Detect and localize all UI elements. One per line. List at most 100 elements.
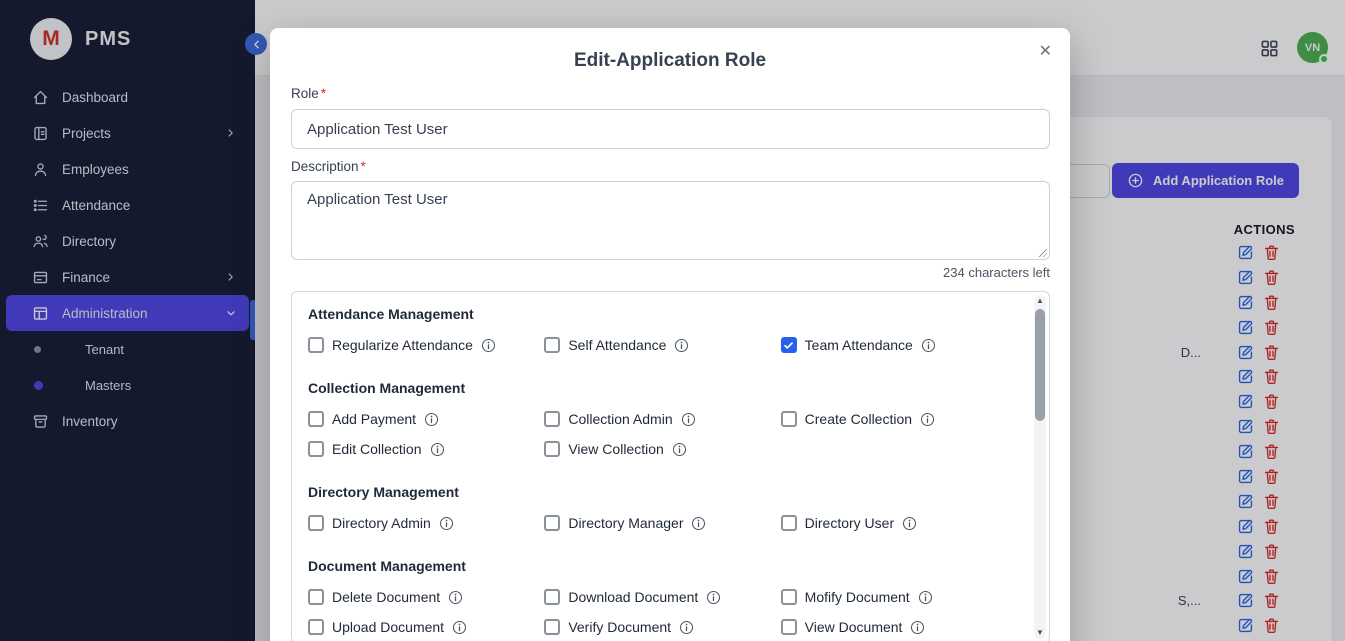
permission-checkbox-item[interactable]: Verify Document: [544, 616, 780, 638]
permission-group-title: Directory Management: [308, 484, 1017, 500]
permission-label: Upload Document: [332, 619, 444, 635]
info-icon[interactable]: [448, 590, 463, 605]
modal-title: Edit-Application Role: [270, 50, 1070, 72]
permission-label: Team Attendance: [805, 337, 913, 353]
checkbox-checked-icon[interactable]: [781, 337, 797, 353]
info-icon[interactable]: [691, 516, 706, 531]
edit-application-role-modal: ✕ Edit-Application Role Role* Descriptio…: [270, 28, 1070, 641]
permission-checkbox-item[interactable]: Regularize Attendance: [308, 334, 544, 356]
permission-label: Directory Admin: [332, 515, 431, 531]
info-icon[interactable]: [706, 590, 721, 605]
checkbox-unchecked-icon[interactable]: [308, 515, 324, 531]
permission-label: Create Collection: [805, 411, 912, 427]
required-asterisk: *: [361, 159, 366, 174]
checkbox-unchecked-icon[interactable]: [544, 619, 560, 635]
permission-label: Mofify Document: [805, 589, 910, 605]
scroll-up-arrow-icon[interactable]: ▲: [1034, 295, 1046, 307]
checkbox-unchecked-icon[interactable]: [308, 441, 324, 457]
info-icon[interactable]: [920, 412, 935, 427]
permission-group: Directory ManagementDirectory AdminDirec…: [308, 484, 1017, 534]
checkbox-unchecked-icon[interactable]: [781, 589, 797, 605]
permission-checkbox-item[interactable]: Upload Document: [308, 616, 544, 638]
permission-checkbox-item[interactable]: Team Attendance: [781, 334, 1017, 356]
permission-group: Document Management Delete Document Downlo…: [308, 558, 1017, 638]
info-icon[interactable]: [481, 338, 496, 353]
scroll-down-arrow-icon[interactable]: ▼: [1034, 627, 1046, 639]
field-label-text: Role: [291, 86, 319, 101]
characters-left-counter: 234 characters left: [291, 265, 1050, 281]
permission-group-title: Attendance Management: [308, 306, 1017, 322]
permission-label: Regularize Attendance: [332, 337, 473, 353]
description-label: Description*: [291, 159, 1050, 174]
info-icon[interactable]: [902, 516, 917, 531]
permission-grid: Delete Document Download Document Mofify D…: [308, 586, 1017, 638]
permission-groups-container: Attendance Management Regularize Attendan…: [308, 306, 1017, 638]
permission-checkbox-item[interactable]: Directory Admin: [308, 512, 544, 534]
description-textarea[interactable]: Application Test User: [291, 181, 1050, 260]
permission-label: Directory User: [805, 515, 894, 531]
checkbox-unchecked-icon[interactable]: [544, 515, 560, 531]
permission-group-title: Collection Management: [308, 380, 1017, 396]
checkbox-unchecked-icon[interactable]: [544, 337, 560, 353]
checkbox-unchecked-icon[interactable]: [308, 589, 324, 605]
permission-label: View Collection: [568, 441, 663, 457]
permission-group-title: Document Management: [308, 558, 1017, 574]
permission-checkbox-item[interactable]: Edit Collection: [308, 438, 544, 460]
permission-grid: Regularize Attendance Self Attendance Team…: [308, 334, 1017, 356]
modal-body: Role* Description* Application Test User…: [270, 72, 1070, 641]
info-icon[interactable]: [679, 620, 694, 635]
permission-checkbox-item[interactable]: Delete Document: [308, 586, 544, 608]
permission-label: Directory Manager: [568, 515, 683, 531]
checkbox-unchecked-icon[interactable]: [781, 515, 797, 531]
info-icon[interactable]: [672, 442, 687, 457]
permission-grid: Directory Admin Directory Manager Director…: [308, 512, 1017, 534]
permission-checkbox-item[interactable]: Download Document: [544, 586, 780, 608]
permission-checkbox-item[interactable]: View Document: [781, 616, 1017, 638]
scrollbar-thumb[interactable]: [1035, 309, 1045, 421]
permissions-panel: Attendance Management Regularize Attendan…: [291, 291, 1050, 641]
required-asterisk: *: [321, 86, 326, 101]
permission-label: Delete Document: [332, 589, 440, 605]
info-icon[interactable]: [681, 412, 696, 427]
checkbox-unchecked-icon[interactable]: [781, 411, 797, 427]
info-icon[interactable]: [430, 442, 445, 457]
info-icon[interactable]: [921, 338, 936, 353]
permission-group: Attendance Management Regularize Attendan…: [308, 306, 1017, 356]
checkbox-unchecked-icon[interactable]: [308, 411, 324, 427]
permission-label: Verify Document: [568, 619, 671, 635]
info-icon[interactable]: [910, 620, 925, 635]
field-label-text: Description: [291, 159, 359, 174]
close-icon[interactable]: ✕: [1035, 39, 1056, 63]
permission-checkbox-item[interactable]: Directory User: [781, 512, 1017, 534]
permission-label: Download Document: [568, 589, 698, 605]
permission-checkbox-item[interactable]: Directory Manager: [544, 512, 780, 534]
checkbox-unchecked-icon[interactable]: [544, 441, 560, 457]
permission-checkbox-item[interactable]: Collection Admin: [544, 408, 780, 430]
permission-label: View Document: [805, 619, 903, 635]
checkbox-unchecked-icon[interactable]: [544, 411, 560, 427]
info-icon[interactable]: [439, 516, 454, 531]
permission-label: Self Attendance: [568, 337, 666, 353]
description-textarea-wrap: Application Test User: [291, 181, 1050, 260]
info-icon[interactable]: [918, 590, 933, 605]
permission-checkbox-item[interactable]: Create Collection: [781, 408, 1017, 430]
info-icon[interactable]: [424, 412, 439, 427]
checkbox-unchecked-icon[interactable]: [308, 337, 324, 353]
info-icon[interactable]: [674, 338, 689, 353]
permission-grid: Add Payment Collection Admin Create Collec…: [308, 408, 1017, 460]
permission-checkbox-item[interactable]: View Collection: [544, 438, 780, 460]
modal-scrollbar[interactable]: ▲ ▼: [1034, 295, 1046, 639]
permission-checkbox-item[interactable]: Mofify Document: [781, 586, 1017, 608]
permission-group: Collection Management Add Payment Collecti…: [308, 380, 1017, 460]
checkbox-unchecked-icon[interactable]: [544, 589, 560, 605]
permission-label: Collection Admin: [568, 411, 672, 427]
info-icon[interactable]: [452, 620, 467, 635]
checkbox-unchecked-icon[interactable]: [308, 619, 324, 635]
permission-label: Edit Collection: [332, 441, 422, 457]
role-input[interactable]: [291, 109, 1050, 149]
role-label: Role*: [291, 86, 1050, 101]
permission-label: Add Payment: [332, 411, 416, 427]
permission-checkbox-item[interactable]: Self Attendance: [544, 334, 780, 356]
permission-checkbox-item[interactable]: Add Payment: [308, 408, 544, 430]
checkbox-unchecked-icon[interactable]: [781, 619, 797, 635]
